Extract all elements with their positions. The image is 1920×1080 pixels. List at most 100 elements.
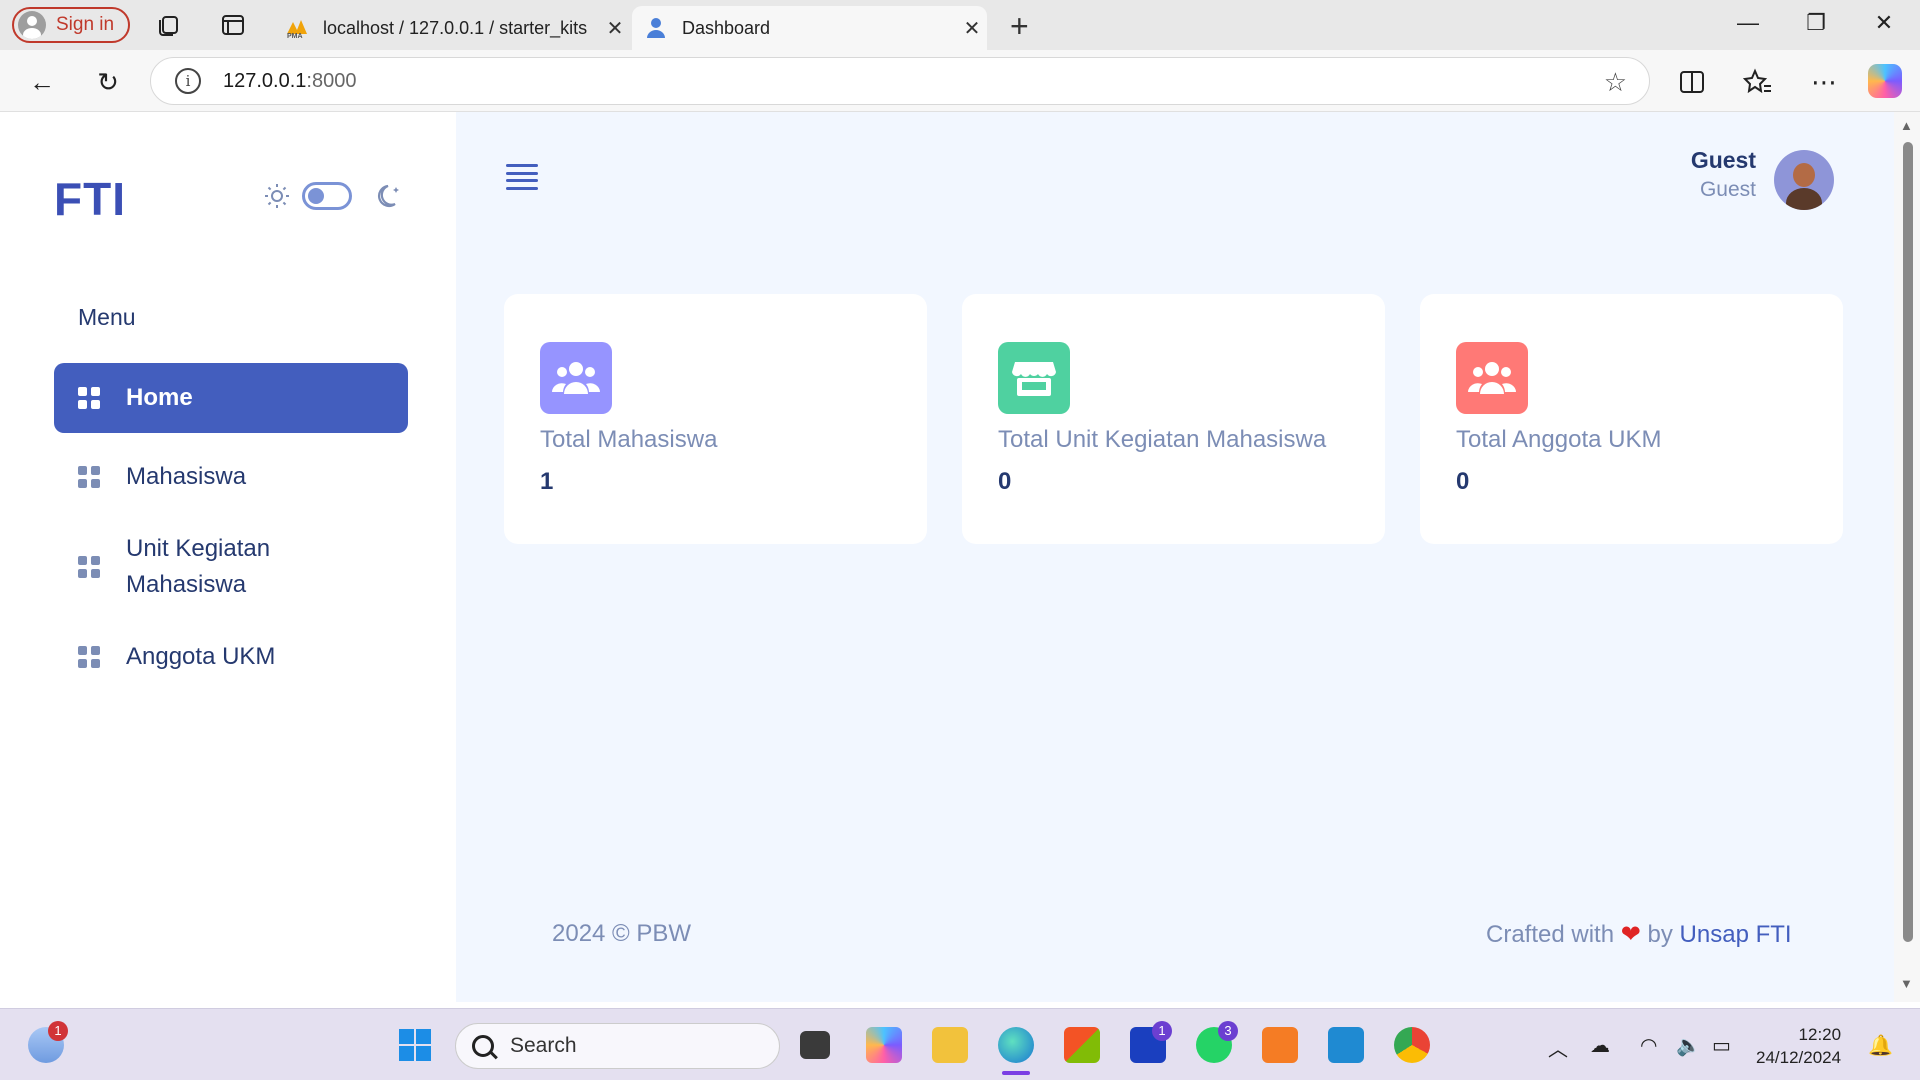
stat-card-value: 0 (998, 468, 1012, 495)
stat-card-value: 1 (540, 468, 554, 495)
scrollbar-thumb[interactable] (1903, 142, 1913, 942)
stat-card-label: Total Anggota UKM (1456, 426, 1662, 453)
scroll-up-icon[interactable]: ▲ (1900, 118, 1913, 133)
back-icon[interactable]: ← (26, 66, 58, 98)
sidebar-item-label: Home (126, 384, 193, 411)
search-placeholder: Search (510, 1034, 577, 1057)
notifications-bell-icon[interactable]: 🔔 (1868, 1033, 1893, 1058)
sidebar-item-unit-kegiatan-mahasiswa[interactable]: Unit Kegiatan Mahasiswa (54, 522, 408, 612)
avatar[interactable] (1774, 150, 1834, 210)
grid-icon (78, 387, 100, 409)
page-scrollbar[interactable]: ▲ ▼ (1894, 112, 1920, 1002)
browser-toolbar: ← ↻ i 127.0.0.1:8000 ☆ ⋯ (0, 50, 1920, 112)
scroll-down-icon[interactable]: ▼ (1900, 976, 1913, 991)
sidebar-item-label: Mahasiswa (126, 463, 247, 490)
taskbar-clock[interactable]: 12:20 24/12/2024 (1756, 1023, 1841, 1069)
stat-card-label: Total Mahasiswa (540, 426, 718, 453)
show-hidden-icons-icon[interactable]: ︿ (1548, 1033, 1568, 1062)
more-options-icon[interactable]: ⋯ (1808, 66, 1840, 98)
split-screen-icon[interactable] (1676, 66, 1708, 98)
favorites-icon[interactable] (1742, 66, 1774, 98)
sun-icon (265, 184, 289, 208)
stat-card-total-mahasiswa: Total Mahasiswa 1 (504, 294, 927, 544)
sidebar-item-anggota-ukm[interactable]: Anggota UKM (54, 622, 408, 692)
hamburger-menu-icon[interactable] (506, 164, 538, 190)
stat-card-value: 0 (1456, 468, 1470, 495)
tab-title: localhost / 127.0.0.1 / starter_kits (323, 17, 588, 38)
stat-card-total-ukm: Total Unit Kegiatan Mahasiswa 0 (962, 294, 1385, 544)
copilot-icon[interactable] (1868, 64, 1902, 98)
vscode-icon[interactable] (1328, 1027, 1364, 1063)
svg-text:PMA: PMA (287, 33, 303, 38)
workspaces-icon[interactable] (156, 12, 182, 38)
sidebar-item-home[interactable]: Home (54, 363, 408, 433)
menu-section-title: Menu (78, 304, 136, 330)
sidebar-item-mahasiswa[interactable]: Mahasiswa (54, 442, 408, 512)
grid-icon (78, 466, 100, 488)
dark-mode-toggle[interactable] (302, 182, 352, 210)
footer-credits: Crafted with ❤ by Unsap FTI (1486, 920, 1792, 949)
minimize-icon[interactable]: — (1728, 10, 1768, 36)
address-bar[interactable]: i 127.0.0.1:8000 ☆ (150, 57, 1650, 105)
taskbar-search[interactable]: Search (455, 1023, 780, 1069)
edge-browser-icon[interactable] (998, 1027, 1034, 1063)
wifi-icon[interactable]: ◠ (1640, 1033, 1657, 1058)
phpmyadmin-icon: PMA (285, 16, 309, 40)
restore-icon[interactable]: ❐ (1796, 10, 1836, 36)
close-tab-icon[interactable]: ✕ (600, 16, 630, 41)
clock-time: 12:20 (1798, 1025, 1842, 1044)
site-info-icon[interactable]: i (175, 68, 201, 94)
stat-card-label: Total Unit Kegiatan Mahasiswa (998, 426, 1327, 453)
store-icon (998, 342, 1070, 414)
sign-in-button[interactable]: Sign in (12, 7, 130, 43)
copilot-taskbar-icon[interactable] (866, 1027, 902, 1063)
xampp-icon[interactable] (1262, 1027, 1298, 1063)
tab-actions-icon[interactable] (220, 12, 246, 38)
chrome-icon[interactable] (1394, 1027, 1430, 1063)
user-role: Guest (1699, 178, 1756, 201)
sign-in-label: Sign in (56, 14, 115, 35)
user-icon (644, 16, 668, 40)
url-text: 127.0.0.1:8000 (223, 69, 357, 92)
windows-start-icon[interactable] (397, 1027, 433, 1063)
refresh-icon[interactable]: ↻ (92, 66, 124, 98)
footer-copyright: 2024 © PBW (552, 920, 692, 947)
notification-badge: 1 (1152, 1021, 1172, 1041)
theme-switcher (264, 182, 404, 210)
stat-card-total-anggota-ukm: Total Anggota UKM 0 (1420, 294, 1843, 544)
close-window-icon[interactable]: ✕ (1864, 10, 1904, 36)
volume-icon[interactable]: 🔈 (1676, 1033, 1701, 1058)
user-name: Guest (1690, 147, 1756, 173)
close-tab-icon[interactable]: ✕ (957, 16, 987, 41)
heart-icon: ❤ (1620, 921, 1641, 948)
footer-crafted-text: Crafted with (1486, 921, 1615, 948)
grid-icon (78, 556, 100, 578)
battery-icon[interactable]: ▭ (1712, 1033, 1731, 1058)
footer-by-text: by (1647, 921, 1673, 948)
tab-dashboard[interactable]: Dashboard ✕ (632, 6, 987, 50)
users-icon (540, 342, 612, 414)
new-tab-button[interactable]: + (1010, 8, 1029, 45)
favorite-star-icon[interactable]: ☆ (1604, 67, 1627, 98)
app-logo[interactable]: FTI (54, 172, 126, 226)
sidebar-item-label: Anggota UKM (126, 643, 276, 670)
tab-title: Dashboard (682, 17, 771, 38)
profile-avatar-icon (18, 11, 46, 39)
taskbar: 1 Search 1 3 ︿ ☁ ◠ 🔈 ▭ 12:20 24/12/2024 … (0, 1008, 1920, 1080)
notification-badge: 3 (1218, 1021, 1238, 1041)
user-info[interactable]: Guest Guest (1606, 147, 1756, 202)
onedrive-icon[interactable]: ☁ (1590, 1033, 1610, 1058)
browser-tab-bar: Sign in PMA localhost / 127.0.0.1 / star… (0, 0, 1920, 50)
clock-date: 24/12/2024 (1756, 1048, 1842, 1067)
search-icon (472, 1035, 494, 1057)
microsoft-store-icon[interactable] (1064, 1027, 1100, 1063)
file-explorer-icon[interactable] (932, 1027, 968, 1063)
sidebar-item-label: Unit Kegiatan Mahasiswa (126, 535, 271, 598)
notification-badge: 1 (48, 1021, 68, 1041)
moon-icon (378, 184, 399, 207)
footer-author-link[interactable]: Unsap FTI (1680, 921, 1792, 948)
dashboard-page: FTI Menu Home Mahasiswa Unit Kegiatan Ma… (6, 112, 1894, 1002)
task-view-icon[interactable] (800, 1031, 830, 1059)
grid-icon (78, 646, 100, 668)
tab-phpmyadmin[interactable]: PMA localhost / 127.0.0.1 / starter_kits… (275, 6, 630, 50)
